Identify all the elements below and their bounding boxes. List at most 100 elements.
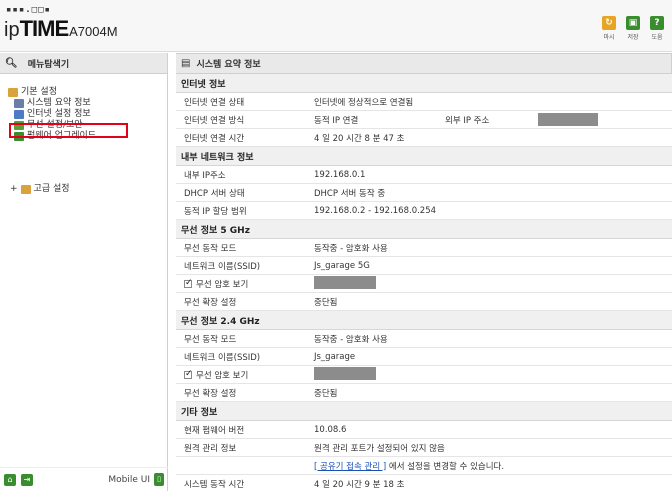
row-value: 192.168.0.1 xyxy=(314,169,366,180)
logo-model: A7004M xyxy=(69,24,118,39)
show-password-checkbox[interactable] xyxy=(184,278,193,288)
table-row: 무선 암호 보기 xyxy=(176,366,672,384)
tree-item-label: 인터넷 설정 정보 xyxy=(27,109,91,119)
iptime-logo[interactable]: ip TIME A7004M xyxy=(4,16,118,42)
row-value: 중단됨 xyxy=(314,388,338,399)
row-label: 네트워크 이름(SSID) xyxy=(184,352,261,363)
row-value: 인터넷에 정상적으로 연결됨 xyxy=(314,97,414,108)
row-value: 동작중 - 암호화 사용 xyxy=(314,243,388,254)
folder-icon xyxy=(8,88,18,97)
row-label: DHCP 서버 상태 xyxy=(184,188,245,199)
home-icon[interactable]: ⌂ xyxy=(4,473,16,486)
row-value: 동적 IP 연결 xyxy=(314,115,359,126)
password-redacted xyxy=(314,275,376,289)
selection-highlight xyxy=(9,123,128,138)
magnifier-icon: 🔍︎ xyxy=(5,57,18,69)
main-header: ▤ 시스템 요약 정보 xyxy=(176,53,672,74)
row-label: 인터넷 연결 시간 xyxy=(184,133,245,144)
table-row: [ 공유기 접속 관리 ] 에서 설정을 변경할 수 있습니다. xyxy=(176,457,672,475)
row-value: 192.168.0.2 - 192.168.0.254 xyxy=(314,205,437,216)
row-value: Js_garage 5G xyxy=(314,260,370,271)
row-label: 원격 관리 정보 xyxy=(184,443,237,454)
section-lan: 내부 네트워크 정보 xyxy=(176,147,672,166)
row-value: 4 일 20 시간 9 분 18 초 xyxy=(314,479,405,490)
show-password-toggle[interactable]: 무선 암호 보기 xyxy=(176,278,314,290)
page-title: 시스템 요약 정보 xyxy=(196,60,261,70)
row-label: 내부 IP주소 xyxy=(184,170,226,181)
tree-item-system-summary[interactable]: 시스템 요약 정보 xyxy=(0,98,168,109)
row-label: 무선 동작 모드 xyxy=(184,243,237,254)
network-icon xyxy=(14,110,24,119)
refresh-icon: ↻ xyxy=(602,16,616,30)
tree-advanced-settings[interactable]: + 고급 설정 xyxy=(2,184,70,195)
refresh-button[interactable]: ↻ 마시 xyxy=(600,16,618,41)
row-value: 중단됨 xyxy=(314,297,338,308)
external-ip-label: 외부 IP 주소 xyxy=(445,115,490,126)
table-row: 네트워크 이름(SSID) Js_garage xyxy=(176,348,672,366)
logo-dots: ▪▪▪.□□▪ xyxy=(6,5,51,15)
checkbox-label: 무선 암호 보기 xyxy=(196,279,249,290)
tree-item-label: 시스템 요약 정보 xyxy=(27,98,91,108)
tree-item-internet-settings[interactable]: 인터넷 설정 정보 xyxy=(0,109,168,120)
row-label: 무선 확장 설정 xyxy=(184,297,237,308)
sidebar-footer: ⌂ ⇥ Mobile UI ▯ xyxy=(0,467,168,491)
row-label: 동적 IP 할당 범위 xyxy=(184,206,247,217)
show-password-checkbox[interactable] xyxy=(184,369,193,379)
table-row: 인터넷 연결 방식 동적 IP 연결 외부 IP 주소 xyxy=(176,111,672,129)
table-row: 인터넷 연결 상태 인터넷에 정상적으로 연결됨 xyxy=(176,93,672,111)
help-button[interactable]: ? 도움 xyxy=(648,16,666,41)
table-row: 인터넷 연결 시간 4 일 20 시간 8 분 47 초 xyxy=(176,129,672,147)
show-password-toggle[interactable]: 무선 암호 보기 xyxy=(176,369,314,381)
table-row: 현재 펌웨어 버전 10.08.6 xyxy=(176,421,672,439)
remote-access-link[interactable]: [ 공유기 접속 관리 ] xyxy=(314,462,386,472)
password-redacted xyxy=(314,366,376,380)
row-label: 현재 펌웨어 버전 xyxy=(184,425,245,436)
help-label: 도움 xyxy=(651,34,663,41)
tree-basic-settings[interactable]: 기본 설정 xyxy=(0,87,168,98)
mobile-ui-link[interactable]: Mobile UI ▯ xyxy=(108,473,164,486)
row-value: 동작중 - 암호화 사용 xyxy=(314,334,388,345)
section-etc: 기타 정보 xyxy=(176,402,672,421)
row-label: 무선 동작 모드 xyxy=(184,334,237,345)
top-header: ▪▪▪.□□▪ ip TIME A7004M ↻ 마시 ▣ 저장 ? 도움 xyxy=(0,0,672,52)
sidebar-header: 🔍︎ 메뉴탐색기 xyxy=(0,53,167,74)
table-row: 원격 관리 정보 원격 관리 포트가 설정되어 있지 않음 xyxy=(176,439,672,457)
table-row: 무선 확장 설정 중단됨 xyxy=(176,293,672,311)
external-ip-redacted xyxy=(538,113,598,126)
table-row: 시스템 동작 시간 4 일 20 시간 9 분 18 초 xyxy=(176,475,672,491)
table-row: 무선 동작 모드 동작중 - 암호화 사용 xyxy=(176,330,672,348)
save-icon: ▣ xyxy=(626,16,640,30)
expand-plus-icon: + xyxy=(10,184,18,194)
table-row: 네트워크 이름(SSID) Js_garage 5G xyxy=(176,257,672,275)
tree-advanced-label: 고급 설정 xyxy=(33,184,70,194)
folder-icon xyxy=(20,185,31,194)
row-value: 원격 관리 포트가 설정되어 있지 않음 xyxy=(314,443,445,454)
save-label: 저장 xyxy=(627,34,639,41)
row-label: 인터넷 연결 방식 xyxy=(184,115,245,126)
mobile-ui-label: Mobile UI xyxy=(108,474,150,485)
save-button[interactable]: ▣ 저장 xyxy=(624,16,642,41)
logout-icon[interactable]: ⇥ xyxy=(21,473,33,486)
row-value: DHCP 서버 동작 중 xyxy=(314,188,386,199)
chart-icon xyxy=(14,99,24,108)
row-label: 인터넷 연결 상태 xyxy=(184,97,245,108)
section-wifi-24ghz: 무선 정보 2.4 GHz xyxy=(176,311,672,330)
summary-icon: ▤ xyxy=(181,58,191,69)
row-label: 네트워크 이름(SSID) xyxy=(184,261,261,272)
row-value: 10.08.6 xyxy=(314,424,347,435)
row-value: Js_garage xyxy=(314,351,356,362)
table-row: 동적 IP 할당 범위 192.168.0.2 - 192.168.0.254 xyxy=(176,202,672,220)
table-row: 무선 동작 모드 동작중 - 암호화 사용 xyxy=(176,239,672,257)
remote-link-suffix: 에서 설정을 변경할 수 있습니다. xyxy=(386,461,505,472)
mobile-phone-icon: ▯ xyxy=(154,473,164,486)
table-row: DHCP 서버 상태 DHCP 서버 동작 중 xyxy=(176,184,672,202)
table-row: 무선 암호 보기 xyxy=(176,275,672,293)
sidebar-title: 메뉴탐색기 xyxy=(27,59,70,70)
header-actions: ↻ 마시 ▣ 저장 ? 도움 xyxy=(600,16,666,41)
main-panel: ▤ 시스템 요약 정보 인터넷 정보 인터넷 연결 상태 인터넷에 정상적으로 … xyxy=(176,53,672,491)
tree-basic-label: 기본 설정 xyxy=(21,87,57,97)
row-label: 시스템 동작 시간 xyxy=(184,479,245,490)
logo-ip: ip xyxy=(4,19,20,41)
row-label: 무선 확장 설정 xyxy=(184,388,237,399)
logo-time: TIME xyxy=(19,16,70,41)
